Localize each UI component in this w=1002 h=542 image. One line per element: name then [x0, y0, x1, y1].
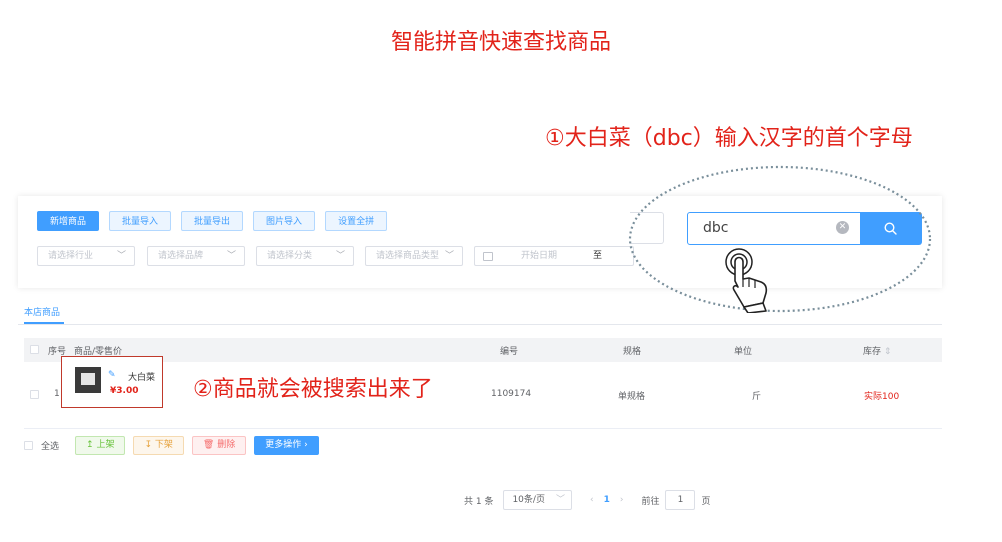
batch-export-button[interactable]: 批量导出 — [181, 211, 244, 231]
row-code: 1109174 — [491, 389, 532, 399]
start-date-placeholder: 开始日期 — [521, 251, 558, 261]
add-product-button[interactable]: 新增商品 — [37, 211, 100, 231]
edit-icon[interactable]: ✎ — [108, 370, 116, 380]
header-spec: 规格 — [623, 347, 642, 357]
industry-select[interactable]: 请选择行业 ﹀ — [37, 246, 135, 266]
product-type-select-placeholder: 请选择商品类型 — [376, 251, 440, 261]
highlight-ellipse — [628, 165, 932, 313]
category-select-placeholder: 请选择分类 — [267, 251, 313, 261]
row-unit: 斤 — [752, 392, 762, 402]
arrow-down-icon: ↧ — [144, 440, 152, 450]
calendar-icon — [483, 252, 493, 261]
chevron-down-icon: ﹀ — [116, 251, 126, 261]
page-size-value: 10条/页 — [512, 495, 545, 505]
tab-store-products[interactable]: 本店商品 — [24, 305, 60, 318]
toolbar: 新增商品 批量导入 批量导出 图片导入 设置全拼 — [37, 211, 388, 231]
chevron-down-icon: ﹀ — [226, 251, 236, 261]
industry-select-placeholder: 请选择行业 — [48, 251, 94, 261]
page-size-select[interactable]: 10条/页 ﹀ — [503, 490, 572, 510]
pagination: 共 1 条 10条/页 ﹀ ‹ 1 › 前往 1 页 — [464, 490, 710, 510]
unshelve-label: 下架 — [154, 440, 173, 450]
more-actions-button[interactable]: 更多操作 › — [254, 436, 319, 455]
delete-button[interactable]: 🗑 删除 — [191, 436, 247, 455]
page-number-current[interactable]: 1 — [604, 495, 610, 505]
chevron-down-icon: ﹀ — [444, 251, 454, 261]
batch-import-button[interactable]: 批量导入 — [109, 211, 172, 231]
row-index: 1 — [54, 389, 60, 399]
header-unit: 单位 — [734, 347, 753, 357]
row-checkbox[interactable] — [30, 390, 39, 399]
total-count: 共 1 条 — [464, 496, 494, 507]
page-headline: 智能拼音快速查找商品 — [390, 30, 611, 55]
trash-icon: 🗑 — [202, 440, 215, 450]
bulk-actions: 全选 ↥ 上架 ↧ 下架 🗑 删除 更多操作 › — [24, 436, 319, 455]
date-range-picker[interactable]: 开始日期 至 — [474, 246, 634, 266]
select-all-label: 全选 — [41, 442, 60, 452]
pointing-hand-icon — [725, 248, 768, 313]
delete-label: 删除 — [217, 440, 236, 450]
header-stock-label: 库存 — [863, 347, 882, 357]
next-page-icon[interactable]: › — [620, 495, 624, 505]
category-select[interactable]: 请选择分类 ﹀ — [256, 246, 354, 266]
product-cell-highlight: ✎ 大白菜 ¥3.00 — [61, 356, 163, 408]
brand-select-placeholder: 请选择品牌 — [158, 251, 204, 261]
tab-active-indicator — [24, 322, 64, 324]
header-stock[interactable]: 库存 ⇕ — [863, 344, 891, 357]
header-checkbox[interactable] — [30, 345, 39, 354]
header-code: 编号 — [500, 347, 519, 357]
prev-page-icon[interactable]: ‹ — [590, 495, 594, 505]
arrow-up-icon: ↥ — [86, 440, 94, 450]
annotation-step1: ①大白菜（dbc）输入汉字的首个字母 — [545, 126, 913, 151]
set-full-pinyin-button[interactable]: 设置全拼 — [325, 211, 388, 231]
annotation-step2: ②商品就会被搜索出来了 — [193, 377, 433, 402]
chevron-down-icon: ﹀ — [555, 495, 565, 505]
product-price: ¥3.00 — [110, 386, 139, 396]
row-stock: 实际100 — [864, 392, 900, 402]
image-import-button[interactable]: 图片导入 — [253, 211, 316, 231]
product-thumbnail[interactable] — [75, 367, 101, 393]
goto-label: 前往 — [641, 496, 660, 507]
chevron-down-icon: ﹀ — [335, 251, 345, 261]
product-name: 大白菜 — [128, 373, 156, 383]
select-all-checkbox[interactable] — [24, 441, 33, 450]
shelve-label: 上架 — [96, 440, 115, 450]
shelve-button[interactable]: ↥ 上架 — [75, 436, 126, 455]
row-spec: 单规格 — [618, 392, 646, 402]
page-suffix: 页 — [701, 496, 711, 507]
sort-icon[interactable]: ⇕ — [884, 347, 892, 357]
brand-select[interactable]: 请选择品牌 ﹀ — [147, 246, 245, 266]
tab-divider — [18, 324, 942, 325]
goto-page-input[interactable]: 1 — [665, 490, 696, 510]
product-type-select[interactable]: 请选择商品类型 ﹀ — [365, 246, 463, 266]
range-separator: 至 — [593, 251, 603, 261]
unshelve-button[interactable]: ↧ 下架 — [133, 436, 184, 455]
